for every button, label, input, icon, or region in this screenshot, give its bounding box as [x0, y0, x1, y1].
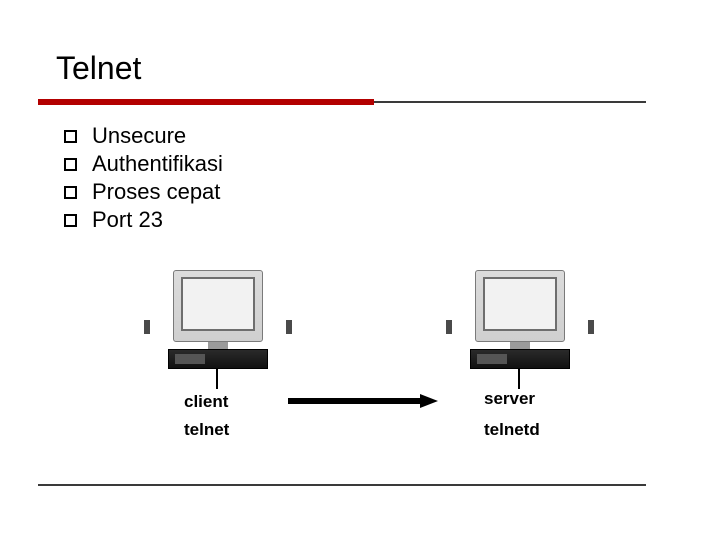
slide-title: Telnet: [56, 50, 141, 87]
client-label-bottom: telnet: [184, 420, 229, 440]
bullet-item: Authentifikasi: [60, 150, 223, 178]
client-computer-icon: [158, 270, 278, 380]
arrow-icon: [288, 394, 438, 408]
bullet-item: Proses cepat: [60, 178, 223, 206]
server-computer-icon: [460, 270, 580, 380]
server-label-top: server: [484, 389, 535, 409]
server-label-bottom: telnetd: [484, 420, 540, 440]
footer-line: [38, 484, 646, 486]
client-label-top: client: [184, 392, 228, 412]
bullet-list: Unsecure Authentifikasi Proses cepat Por…: [60, 122, 223, 235]
bullet-item: Unsecure: [60, 122, 223, 150]
bullet-item: Port 23: [60, 206, 223, 234]
title-underline: [38, 99, 646, 105]
